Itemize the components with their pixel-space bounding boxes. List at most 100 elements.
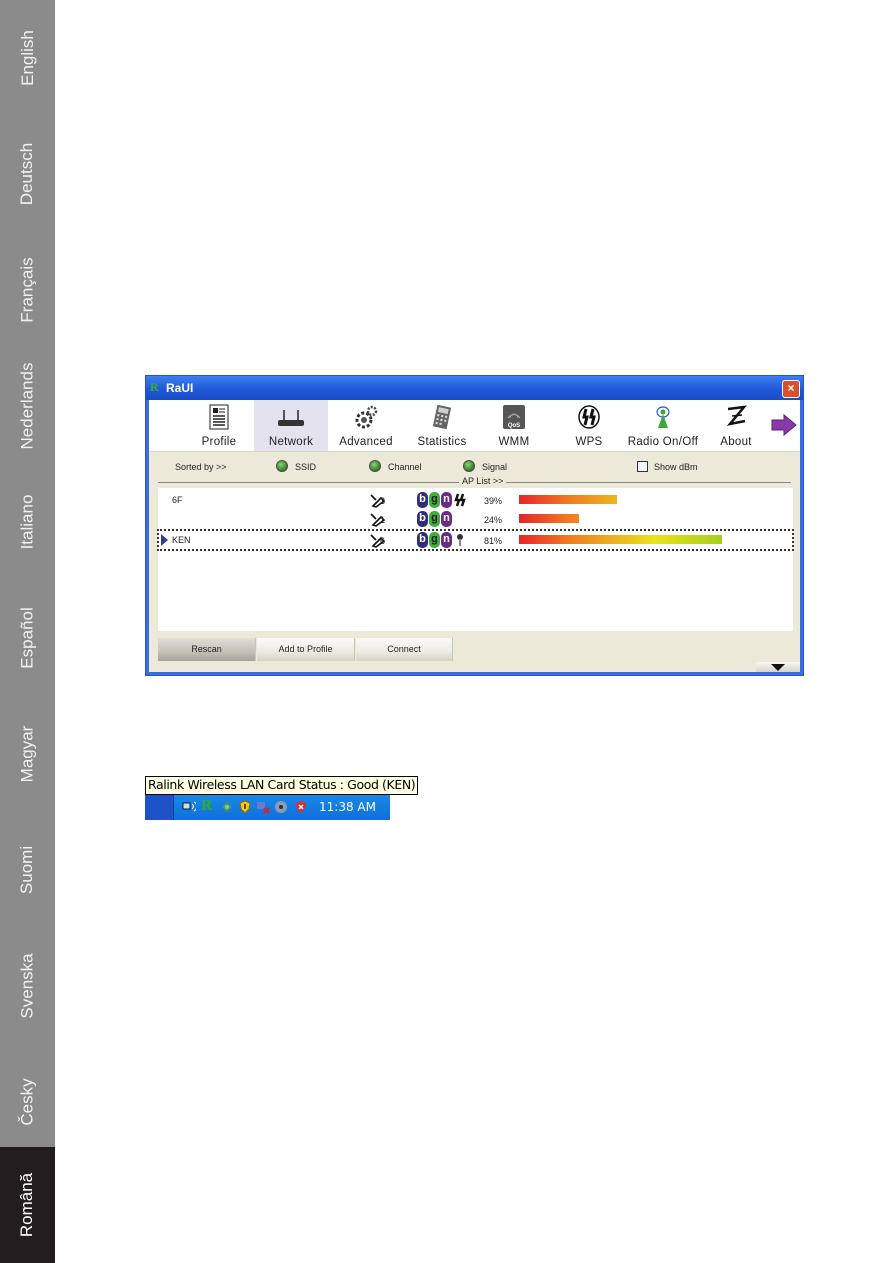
qos-icon: QoS xyxy=(503,405,525,429)
sort-row: Sorted by >> SSID Channel Signal Show dB… xyxy=(149,456,800,476)
connect-button[interactable]: Connect xyxy=(356,638,453,661)
wireless-mode-b-icon: b xyxy=(417,511,428,527)
add-to-profile-button[interactable]: Add to Profile xyxy=(257,638,355,661)
calculator-icon xyxy=(432,404,452,430)
tab-advanced[interactable]: Advanced xyxy=(333,400,399,451)
tab-wps[interactable]: WPS xyxy=(559,400,619,451)
language-tab[interactable]: Suomi xyxy=(0,812,55,928)
tab-label: Advanced xyxy=(339,436,393,448)
tab-label: Statistics xyxy=(417,436,467,448)
tab-network[interactable]: Network xyxy=(254,400,328,451)
language-tab[interactable]: Nederlands xyxy=(0,348,55,464)
network-disconnected-icon[interactable] xyxy=(256,800,270,814)
wireless-mode-g-icon: g xyxy=(429,492,440,508)
tab-label: Profile xyxy=(201,436,237,448)
selected-row-arrow-icon xyxy=(161,534,168,546)
ap-list[interactable]: 6F 3 b g n 39% 1 b g n 24% KEN 6 b g n 81% xyxy=(157,488,794,631)
language-tab-label: Magyar xyxy=(17,725,37,783)
tab-radio-on-off[interactable]: Radio On/Off xyxy=(621,400,705,451)
language-tab[interactable]: Español xyxy=(0,580,55,696)
ap-list-row[interactable]: 6F 3 b g n 39% xyxy=(158,490,793,510)
ap-channel: 1 xyxy=(380,515,386,525)
security-shield-icon[interactable] xyxy=(238,800,252,814)
language-tab[interactable]: Svenska xyxy=(0,928,55,1044)
language-tab-label: English xyxy=(17,30,37,86)
language-tab[interactable]: Magyar xyxy=(0,696,55,812)
ap-ssid: 6F xyxy=(172,495,183,505)
sort-signal-radio[interactable] xyxy=(463,460,475,472)
language-tab-label: Italiano xyxy=(17,494,37,550)
sort-signal-label: Signal xyxy=(482,462,508,472)
next-page-arrow-icon[interactable] xyxy=(771,414,797,436)
language-tab-label: Česky xyxy=(17,1078,37,1126)
sort-channel-radio[interactable] xyxy=(369,460,381,472)
antenna-icon xyxy=(656,406,670,428)
expand-button[interactable] xyxy=(756,662,800,672)
about-icon xyxy=(726,405,747,426)
title-bar[interactable]: R RaUI × xyxy=(146,376,803,400)
router-icon xyxy=(278,410,304,426)
wireless-mode-g-icon: g xyxy=(429,532,440,548)
wireless-mode-n-icon: n xyxy=(441,532,452,548)
svg-text:QoS: QoS xyxy=(508,423,520,429)
language-tab[interactable]: Česky xyxy=(0,1044,55,1160)
wireless-mode-b-icon: b xyxy=(417,532,428,548)
signal-percent: 39% xyxy=(484,496,503,506)
notification-area: R 11:38 AM xyxy=(173,794,390,820)
ralink-tray-icon[interactable]: R xyxy=(201,797,215,814)
show-dbm-label: Show dBm xyxy=(654,462,698,472)
language-tab-label: Svenska xyxy=(17,953,37,1019)
tab-about[interactable]: About xyxy=(709,400,763,451)
signal-bar-fill xyxy=(519,514,579,523)
sort-ssid-radio[interactable] xyxy=(276,460,288,472)
network-status-icon[interactable] xyxy=(182,800,196,814)
tab-label: Network xyxy=(268,436,314,448)
raui-window: R RaUI × Profile Network Advanced Statis… xyxy=(145,375,804,676)
language-tab-label: Română xyxy=(17,1172,37,1238)
system-tray-screenshot: R 11:38 AM Ralink Wireless LAN Card Stat… xyxy=(145,776,419,820)
disc-tray-icon[interactable] xyxy=(274,800,288,814)
gears-icon xyxy=(355,405,378,429)
sync-tray-icon[interactable] xyxy=(220,800,234,814)
tab-label: WPS xyxy=(575,436,603,448)
tab-label: WMM xyxy=(498,436,530,448)
tab-label: Radio On/Off xyxy=(627,436,699,448)
wps-icon xyxy=(454,493,466,507)
sort-channel-label: Channel xyxy=(388,462,422,472)
rescan-button[interactable]: Rescan xyxy=(158,638,256,661)
language-tab[interactable]: Italiano xyxy=(0,464,55,580)
language-tab[interactable]: Français xyxy=(0,232,55,348)
signal-bar xyxy=(519,535,764,544)
wireless-mode-b-icon: b xyxy=(417,492,428,508)
tab-profile[interactable]: Profile xyxy=(189,400,249,451)
key-lock-icon xyxy=(457,534,463,546)
language-tab-label: Français xyxy=(17,257,37,323)
antivirus-shield-icon[interactable] xyxy=(294,800,308,814)
status-tooltip: Ralink Wireless LAN Card Status : Good (… xyxy=(145,776,419,795)
tab-wmm[interactable]: QoS WMM xyxy=(484,400,544,451)
taskbar: R 11:38 AM xyxy=(145,794,390,820)
language-tab-label: Deutsch xyxy=(17,142,37,206)
close-button[interactable]: × xyxy=(782,380,800,398)
language-tab-label: Español xyxy=(17,607,37,669)
signal-percent: 24% xyxy=(484,515,503,525)
sort-ssid-label: SSID xyxy=(295,462,317,472)
language-tab[interactable]: English xyxy=(0,0,55,116)
clock[interactable]: 11:38 AM xyxy=(319,800,376,814)
ap-list-row[interactable]: 1 b g n 24% xyxy=(158,509,793,529)
toolbar: Profile Network Advanced Statistics QoS … xyxy=(149,400,800,452)
signal-bar xyxy=(519,514,764,523)
ap-channel: 6 xyxy=(380,536,386,546)
profile-icon xyxy=(209,404,229,430)
tab-statistics[interactable]: Statistics xyxy=(409,400,475,451)
tab-label: About xyxy=(720,436,752,448)
wireless-mode-n-icon: n xyxy=(441,492,452,508)
wps-icon xyxy=(578,405,600,429)
ap-list-label: AP List >> xyxy=(459,476,507,486)
language-tab[interactable]: Deutsch xyxy=(0,116,55,232)
show-dbm-checkbox[interactable] xyxy=(637,461,648,472)
language-tab[interactable]: Română xyxy=(0,1147,55,1263)
ap-ssid: KEN xyxy=(172,535,191,545)
window-title: RaUI xyxy=(166,381,194,395)
ap-list-row[interactable]: KEN 6 b g n 81% xyxy=(157,529,794,551)
